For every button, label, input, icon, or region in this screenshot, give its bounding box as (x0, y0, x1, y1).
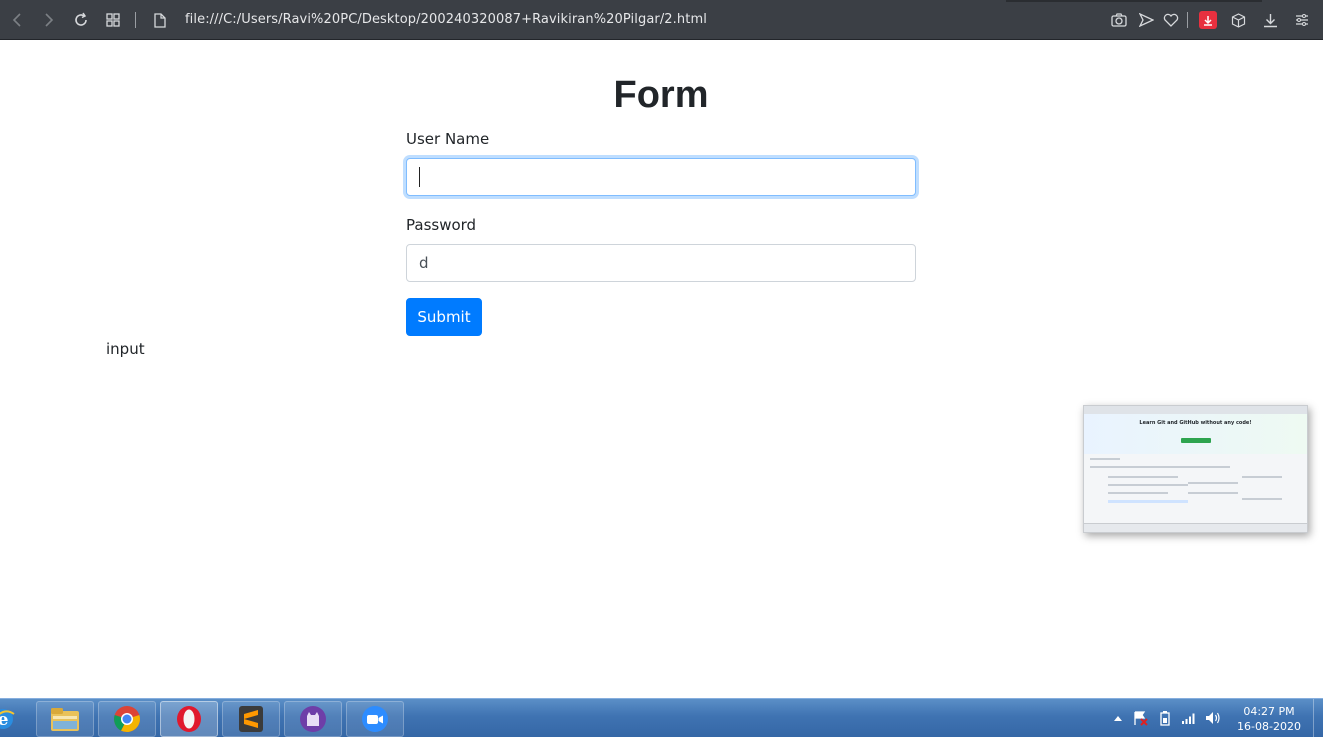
bookmark-button[interactable] (1161, 10, 1181, 30)
show-desktop-button[interactable] (1313, 699, 1323, 738)
clock-time: 04:27 PM (1243, 705, 1295, 718)
easy-setup-button[interactable] (1292, 10, 1312, 30)
taskbar-app-file-explorer[interactable] (36, 701, 94, 737)
thumbnail-highlight (1108, 500, 1188, 503)
username-label: User Name (406, 130, 490, 148)
text-caret (419, 167, 420, 187)
taskbar-app-github-desktop[interactable] (284, 701, 342, 737)
speed-dial-button[interactable] (103, 10, 123, 30)
thumbnail-line (1108, 476, 1178, 478)
back-button[interactable] (7, 10, 27, 30)
windows-taskbar: e 04:27 PM 16-08-2020 (0, 698, 1323, 738)
username-input[interactable] (406, 158, 916, 196)
grid-icon (106, 13, 120, 27)
folder-icon (51, 708, 79, 731)
show-hidden-icons-button[interactable] (1110, 710, 1126, 726)
submit-button[interactable]: Submit (406, 298, 482, 336)
thumbnail-line (1188, 492, 1238, 494)
chrome-icon (114, 706, 140, 733)
downloads-button[interactable] (1260, 10, 1280, 30)
opera-icon (177, 706, 201, 732)
taskbar-app-zoom[interactable] (346, 701, 404, 737)
address-bar[interactable]: file:///C:/Users/Ravi%20PC/Desktop/20024… (185, 12, 707, 27)
sublime-text-icon (239, 706, 263, 732)
battery-plug-icon (1160, 711, 1170, 726)
password-label: Password (406, 216, 477, 234)
chevron-left-icon (12, 13, 21, 27)
chevron-up-icon (1114, 716, 1122, 721)
form-title: Form (613, 74, 709, 116)
password-value: d (419, 254, 429, 272)
page-content: Form User Name Password d Submit input L… (0, 40, 1323, 698)
send-icon (1138, 13, 1154, 27)
reload-button[interactable] (71, 10, 91, 30)
thumbnail-tabbar (1084, 406, 1307, 414)
heart-icon (1163, 13, 1179, 27)
flag-icon (1134, 711, 1148, 726)
download-arrow-icon (1204, 15, 1212, 26)
zoom-icon (362, 706, 388, 732)
thumbnail-line (1090, 458, 1120, 460)
file-icon (154, 12, 166, 28)
thumbnail-line (1108, 484, 1188, 486)
thumbnail-green-button (1181, 438, 1211, 443)
thumbnail-line (1188, 482, 1238, 484)
toolbar-separator (1187, 12, 1188, 28)
window-thumbnail-preview[interactable]: Learn Git and GitHub without any code! (1083, 405, 1308, 533)
forward-button[interactable] (39, 10, 59, 30)
volume-icon[interactable] (1205, 710, 1221, 726)
tab-strip-edge (1006, 0, 1262, 2)
toolbar-separator (135, 12, 136, 28)
network-icon[interactable] (1181, 710, 1197, 726)
action-center-icon[interactable] (1132, 710, 1148, 726)
signal-bars-icon (1182, 713, 1195, 724)
send-button[interactable] (1136, 10, 1156, 30)
system-clock[interactable]: 04:27 PM 16-08-2020 (1236, 704, 1302, 734)
clock-date: 16-08-2020 (1237, 720, 1301, 733)
sliders-icon (1296, 14, 1308, 26)
thumbnail-line (1108, 492, 1168, 494)
power-icon[interactable] (1157, 710, 1173, 726)
internet-explorer-icon: e (0, 709, 15, 730)
taskbar-app-sublime-text[interactable] (222, 701, 280, 737)
taskbar-app-chrome[interactable] (98, 701, 156, 737)
extension-button[interactable] (1199, 11, 1217, 29)
extensions-button[interactable] (1228, 10, 1248, 30)
speaker-icon (1206, 712, 1220, 724)
browser-toolbar: file:///C:/Users/Ravi%20PC/Desktop/20024… (0, 0, 1323, 40)
taskbar-app-opera[interactable] (160, 701, 218, 737)
thumbnail-taskbar (1084, 523, 1307, 532)
page-info-button[interactable] (150, 10, 170, 30)
github-desktop-icon (300, 706, 326, 732)
download-icon (1263, 13, 1277, 27)
thumbnail-heading: Learn Git and GitHub without any code! (1139, 420, 1252, 426)
password-input[interactable]: d (406, 244, 916, 282)
snapshot-button[interactable] (1109, 10, 1129, 30)
thumbnail-line (1242, 476, 1282, 478)
camera-icon (1111, 13, 1127, 27)
thumbnail-line (1242, 498, 1282, 500)
reload-icon (75, 12, 87, 26)
thumbnail-line (1090, 466, 1230, 468)
stray-text: input (106, 340, 145, 358)
taskbar-app-internet-explorer[interactable]: e (0, 701, 18, 737)
cube-icon (1231, 12, 1245, 28)
chevron-right-icon (45, 13, 54, 27)
